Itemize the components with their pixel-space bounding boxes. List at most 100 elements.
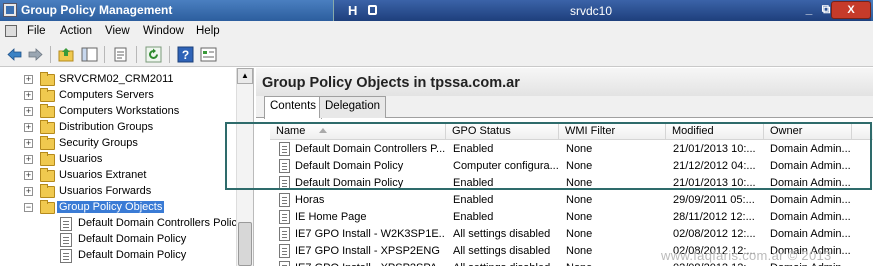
column-header-owner[interactable]: Owner [764, 123, 852, 140]
tree-item[interactable]: + Security Groups [0, 136, 236, 152]
lock-icon [368, 5, 377, 15]
tree-item[interactable]: Default Domain Policy [0, 232, 236, 248]
tree-item[interactable]: + Usuarios Extranet [0, 168, 236, 184]
help-icon[interactable]: ? [177, 46, 194, 63]
tree-item[interactable]: + Usuarios Forwards [0, 184, 236, 200]
cell-name: Horas [295, 194, 325, 206]
tree-scrollbar[interactable]: ▲ [236, 68, 253, 266]
menu-view[interactable]: View [105, 25, 130, 37]
cell-gpo-status: Enabled [453, 194, 494, 206]
cell-owner: Domain Admin... [770, 194, 851, 206]
refresh-icon[interactable] [145, 46, 162, 63]
table-row[interactable]: Default Domain Policy Enabled None 21/01/20… [270, 175, 873, 192]
expand-icon[interactable]: + [24, 75, 33, 84]
cell-name: IE7 GPO Install - XPSP2SPA [295, 262, 445, 266]
table-row[interactable]: Default Domain Policy Computer configura.… [270, 158, 873, 175]
folder-open-icon [40, 200, 55, 214]
tree-item-label: Default Domain Policy [78, 233, 187, 245]
forward-arrow-icon[interactable] [27, 46, 44, 63]
table-row[interactable]: Default Domain Controllers P... Enabled No… [270, 141, 873, 158]
expand-icon[interactable]: + [24, 107, 33, 116]
menu-file[interactable]: File [27, 25, 46, 37]
scroll-thumb[interactable] [238, 222, 252, 266]
menu-help[interactable]: Help [196, 25, 220, 37]
scroll-up-arrow-icon[interactable]: ▲ [237, 68, 253, 84]
minimize-button[interactable]: _ [801, 2, 817, 16]
cell-gpo-status: Computer configura... [453, 160, 559, 172]
tab-delegation[interactable]: Delegation [319, 96, 386, 118]
gpo-icon [279, 159, 290, 173]
collapse-icon[interactable]: − [24, 203, 33, 212]
tree-item[interactable]: Default Domain Policy [0, 248, 236, 264]
cell-gpo-status: Enabled [453, 211, 494, 223]
tree-item-label: Computers Workstations [59, 105, 180, 117]
cell-wmi-filter: None [566, 177, 593, 189]
gpo-icon [279, 244, 290, 258]
cell-name: IE Home Page [295, 211, 367, 223]
table-row[interactable]: Horas Enabled None 29/09/2011 05:... Domain … [270, 192, 873, 209]
tree-item[interactable]: + Computers Servers [0, 88, 236, 104]
cell-name: Default Domain Policy [295, 177, 404, 189]
tree-item[interactable]: Default Domain Controllers Policy [0, 216, 242, 232]
properties-icon[interactable] [112, 46, 129, 63]
tree-item[interactable]: + Computers Workstations [0, 104, 236, 120]
expand-icon[interactable]: + [24, 139, 33, 148]
tree-item-label: Default Domain Controllers Policy [78, 217, 243, 229]
pin-icon[interactable]: H [348, 3, 357, 18]
folder-icon [40, 120, 55, 134]
gpo-icon [60, 249, 72, 263]
tree-item[interactable]: + Usuarios [0, 152, 236, 168]
column-header-wmi-filter[interactable]: WMI Filter [559, 123, 666, 140]
remote-host-name: srvdc10 [570, 4, 613, 18]
cell-modified: 21/01/2013 10:... [673, 143, 756, 155]
gpo-icon [60, 217, 72, 231]
window-menu-icon[interactable] [5, 25, 17, 37]
tab-strip: Contents Delegation [256, 96, 873, 119]
cell-name: Default Domain Policy [295, 160, 404, 172]
tab-contents[interactable]: Contents [264, 96, 323, 119]
expand-icon[interactable]: + [24, 171, 33, 180]
pane-header: Group Policy Objects in tpssa.com.ar [256, 68, 873, 96]
cell-name: IE7 GPO Install - W2K3SP1E... [295, 228, 445, 240]
menu-action[interactable]: Action [60, 25, 92, 37]
column-label: Name [276, 125, 306, 137]
cell-modified: 28/11/2012 12:... [673, 211, 755, 223]
cell-name: Default Domain Controllers P... [295, 143, 445, 155]
list-header: Name GPO Status WMI Filter Modified Owne… [270, 123, 873, 140]
table-row[interactable]: IE7 GPO Install - W2K3SP1E... All setting… [270, 226, 873, 243]
folder-icon [40, 136, 55, 150]
cell-modified: 02/08/2012 12:... [673, 228, 756, 240]
folder-icon [40, 72, 55, 86]
cell-modified: 21/12/2012 04:... [673, 160, 756, 172]
back-arrow-icon[interactable] [6, 46, 23, 63]
show-hide-tree-icon[interactable] [81, 46, 98, 63]
column-header-modified[interactable]: Modified [666, 123, 764, 140]
expand-icon[interactable]: + [24, 155, 33, 164]
cell-gpo-status: All settings disabled [453, 228, 551, 240]
window-title: Group Policy Management [21, 3, 173, 17]
gpo-icon [279, 176, 290, 190]
expand-icon[interactable]: + [24, 91, 33, 100]
close-button[interactable]: X [831, 1, 871, 19]
tree-item-label: Group Policy Objects [57, 201, 165, 213]
folder-icon [40, 88, 55, 102]
expand-icon[interactable]: + [24, 123, 33, 132]
column-header-name[interactable]: Name [270, 123, 446, 140]
table-row[interactable]: IE Home Page Enabled None 28/11/2012 12:...… [270, 209, 873, 226]
cell-owner: Domain Admin... [770, 211, 851, 223]
menu-window[interactable]: Window [143, 25, 184, 37]
menu-bar: File Action View Window Help [0, 21, 873, 42]
tree-item[interactable]: + SRVCRM02_CRM2011 [0, 72, 236, 88]
folder-icon [40, 184, 55, 198]
console-tree: + SRVCRM02_CRM2011 + Computers Servers +… [0, 68, 254, 266]
toolbar-separator [50, 46, 51, 63]
tree-item-label: Security Groups [59, 137, 138, 149]
console-view-icon[interactable] [200, 46, 217, 63]
expand-icon[interactable]: + [24, 187, 33, 196]
column-header-gpo-status[interactable]: GPO Status [446, 123, 559, 140]
svg-text:?: ? [182, 48, 189, 62]
up-folder-icon[interactable] [58, 46, 75, 63]
gpo-icon [60, 233, 72, 247]
tree-item-group-policy-objects[interactable]: − Group Policy Objects [0, 200, 236, 216]
tree-item[interactable]: + Distribution Groups [0, 120, 236, 136]
